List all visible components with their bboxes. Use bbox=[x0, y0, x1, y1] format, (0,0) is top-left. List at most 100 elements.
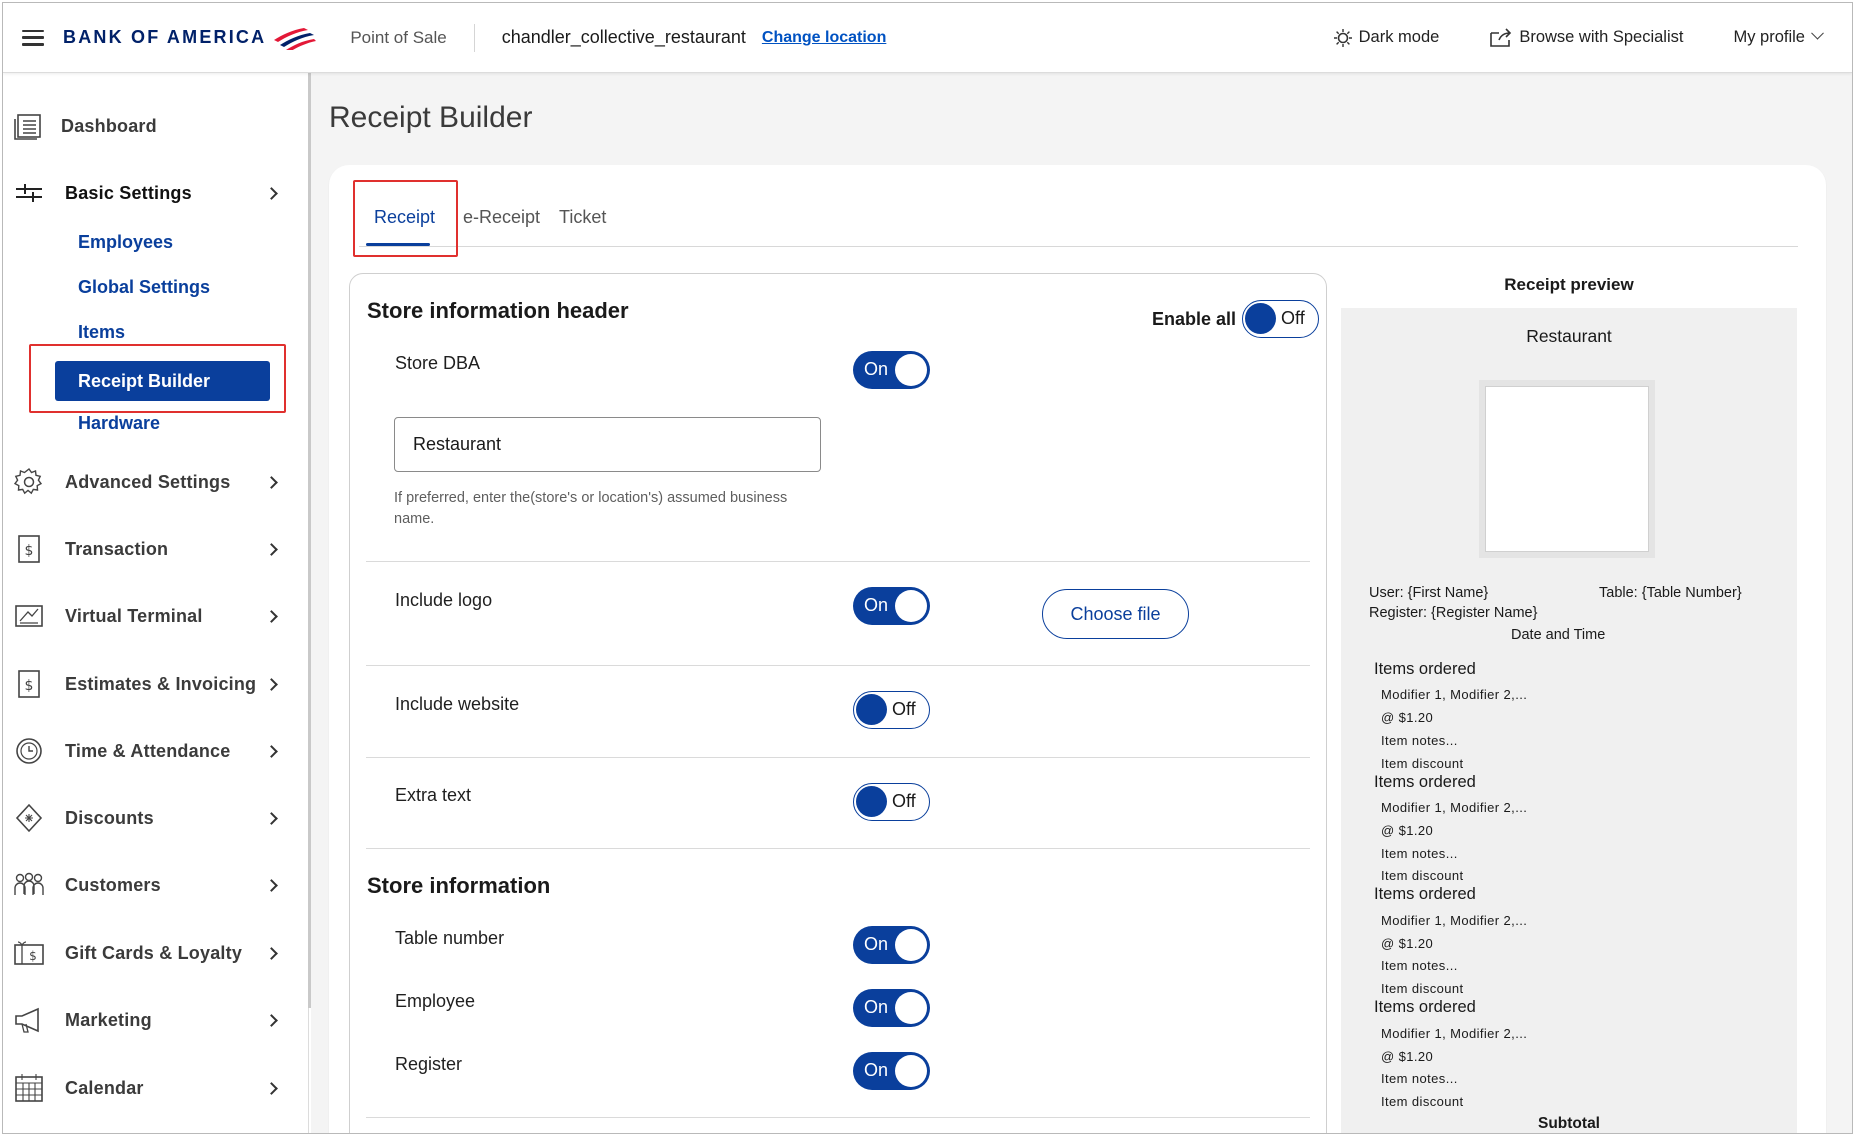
sidebar-item-label: Gift Cards & Loyalty bbox=[65, 942, 243, 963]
toggle-knob bbox=[895, 929, 927, 961]
hamburger-menu-icon[interactable] bbox=[22, 29, 44, 46]
share-screen-icon bbox=[1490, 27, 1512, 47]
toggle-state-label: Off bbox=[892, 791, 916, 811]
sidebar-item-label: Discounts bbox=[65, 807, 154, 828]
chevron-right-icon bbox=[265, 677, 278, 691]
sidebar-item-dashboard[interactable]: Dashboard bbox=[3, 104, 303, 148]
preview-register: Register: {Register Name} bbox=[1369, 605, 1538, 621]
clock-icon bbox=[13, 735, 45, 767]
sidebar-sub-item-label: Receipt Builder bbox=[78, 370, 211, 391]
gear-icon bbox=[13, 466, 45, 498]
chevron-right-icon bbox=[265, 878, 278, 892]
sidebar-item-gift-cards-loyalty[interactable]: $ Gift Cards & Loyalty bbox=[3, 931, 303, 975]
divider bbox=[366, 757, 1310, 758]
include-logo-label: Include logo bbox=[395, 590, 493, 610]
preview-item-notes: Item notes... bbox=[1381, 846, 1458, 861]
toggle-state-label: Off bbox=[892, 699, 916, 719]
current-location: chandler_collective_restaurant bbox=[501, 27, 746, 47]
preview-item-name: Items ordered bbox=[1374, 660, 1476, 678]
preview-item-price: @ $1.20 bbox=[1381, 710, 1434, 725]
preview-item-discount: Item discount bbox=[1381, 756, 1464, 771]
tab-e-receipt[interactable]: e-Receipt bbox=[463, 207, 540, 228]
sidebar-item-label: Estimates & Invoicing bbox=[65, 673, 257, 694]
my-profile-label: My profile bbox=[1733, 28, 1805, 46]
sidebar-item-customers[interactable]: Customers bbox=[3, 863, 303, 907]
preview-item-modifiers: Modifier 1, Modifier 2,... bbox=[1381, 1026, 1528, 1041]
invoice-icon: $ bbox=[13, 668, 45, 700]
include-logo-toggle[interactable]: On bbox=[853, 587, 930, 625]
sidebar-item-label: Time & Attendance bbox=[65, 740, 231, 761]
store-dba-input[interactable] bbox=[394, 417, 821, 472]
sidebar-sub-item-items[interactable]: Items bbox=[78, 322, 125, 343]
logo-text: BANK OF AMERICA bbox=[63, 27, 267, 47]
sidebar-item-basic-settings[interactable]: Basic Settings bbox=[3, 171, 303, 215]
dashboard-icon bbox=[13, 110, 45, 142]
sidebar-sub-item-hardware[interactable]: Hardware bbox=[78, 413, 160, 434]
toggle-state-label: On bbox=[864, 595, 889, 615]
sidebar-item-virtual-terminal[interactable]: Virtual Terminal bbox=[3, 594, 303, 638]
preview-subtotal: Subtotal bbox=[1538, 1115, 1600, 1132]
sidebar-sub-item-global-settings[interactable]: Global Settings bbox=[78, 277, 210, 298]
preview-item-discount: Item discount bbox=[1381, 1094, 1464, 1109]
store-dba-toggle[interactable]: On bbox=[853, 351, 930, 389]
dark-mode-label: Dark mode bbox=[1358, 28, 1440, 46]
gift-card-icon: $ bbox=[13, 937, 45, 969]
chevron-right-icon bbox=[265, 811, 278, 825]
preview-date-time: Date and Time bbox=[1511, 627, 1606, 643]
preview-item-notes: Item notes... bbox=[1381, 733, 1458, 748]
dark-mode-button[interactable]: Dark mode bbox=[1333, 28, 1440, 48]
sidebar-sub-item-employees[interactable]: Employees bbox=[78, 232, 173, 253]
browse-specialist-button[interactable]: Browse with Specialist bbox=[1489, 27, 1684, 48]
section-title-store-information: Store information bbox=[367, 873, 551, 898]
chevron-right-icon bbox=[265, 609, 278, 623]
extra-text-label: Extra text bbox=[395, 785, 472, 805]
my-profile-menu[interactable]: My profile bbox=[1733, 26, 1824, 47]
preview-item-discount: Item discount bbox=[1381, 981, 1464, 996]
page-title: Receipt Builder bbox=[329, 101, 533, 134]
sidebar-item-label: Advanced Settings bbox=[65, 471, 231, 492]
extra-text-toggle[interactable]: Off bbox=[853, 783, 930, 821]
preview-item-name: Items ordered bbox=[1374, 998, 1476, 1016]
register-toggle[interactable]: On bbox=[853, 1052, 930, 1090]
sidebar-item-estimates-invoicing[interactable]: $ Estimates & Invoicing bbox=[3, 662, 303, 706]
settings-panel: Store information header Enable all Off … bbox=[349, 273, 1327, 1133]
employee-toggle[interactable]: On bbox=[853, 989, 930, 1027]
sidebar-item-advanced-settings[interactable]: Advanced Settings bbox=[3, 460, 303, 504]
divider bbox=[366, 561, 1310, 562]
sidebar-item-time-attendance[interactable]: Time & Attendance bbox=[3, 729, 303, 773]
enable-all-label: Enable all bbox=[1152, 308, 1237, 329]
table-number-toggle[interactable]: On bbox=[853, 926, 930, 964]
svg-text:$: $ bbox=[25, 678, 34, 694]
preview-item-modifiers: Modifier 1, Modifier 2,... bbox=[1381, 687, 1528, 702]
preview-item-discount: Item discount bbox=[1381, 868, 1464, 883]
toggle-state-label: On bbox=[864, 997, 889, 1017]
store-dba-label: Store DBA bbox=[395, 353, 481, 373]
sidebar-item-discounts[interactable]: Discounts bbox=[3, 796, 303, 840]
tab-ticket[interactable]: Ticket bbox=[559, 207, 606, 228]
include-website-toggle[interactable]: Off bbox=[853, 691, 930, 729]
bank-logo[interactable]: BANK OF AMERICA bbox=[63, 23, 317, 53]
choose-file-button[interactable]: Choose file bbox=[1042, 589, 1189, 639]
sidebar: Dashboard Basic Settings Employees Globa… bbox=[3, 73, 312, 1133]
sidebar-item-marketing[interactable]: Marketing bbox=[3, 998, 303, 1042]
toggle-knob bbox=[895, 1055, 927, 1087]
chevron-right-icon bbox=[265, 946, 278, 960]
svg-text:$: $ bbox=[29, 949, 37, 963]
tab-receipt[interactable]: Receipt bbox=[374, 207, 435, 228]
sidebar-sub-item-receipt-builder[interactable]: Receipt Builder bbox=[55, 361, 270, 401]
browse-specialist-label: Browse with Specialist bbox=[1519, 28, 1684, 46]
chevron-right-icon bbox=[265, 542, 278, 556]
active-tab-indicator bbox=[366, 243, 430, 246]
preview-item-modifiers: Modifier 1, Modifier 2,... bbox=[1381, 800, 1528, 815]
enable-all-toggle[interactable]: Off bbox=[1242, 300, 1320, 338]
sidebar-item-transaction[interactable]: $ Transaction bbox=[3, 527, 303, 571]
main-content: Receipt Builder Receipt e-Receipt Ticket… bbox=[311, 73, 1852, 1133]
sun-icon bbox=[1333, 28, 1352, 47]
sidebar-item-label: Customers bbox=[65, 874, 161, 895]
chevron-right-icon bbox=[265, 475, 278, 489]
chevron-down-icon bbox=[1811, 26, 1824, 40]
toggle-knob bbox=[895, 992, 927, 1024]
change-location-link[interactable]: Change location bbox=[762, 29, 886, 47]
top-bar: BANK OF AMERICA Point of Sale chandler_c… bbox=[3, 3, 1852, 73]
sidebar-item-calendar[interactable]: Calendar bbox=[3, 1066, 303, 1110]
